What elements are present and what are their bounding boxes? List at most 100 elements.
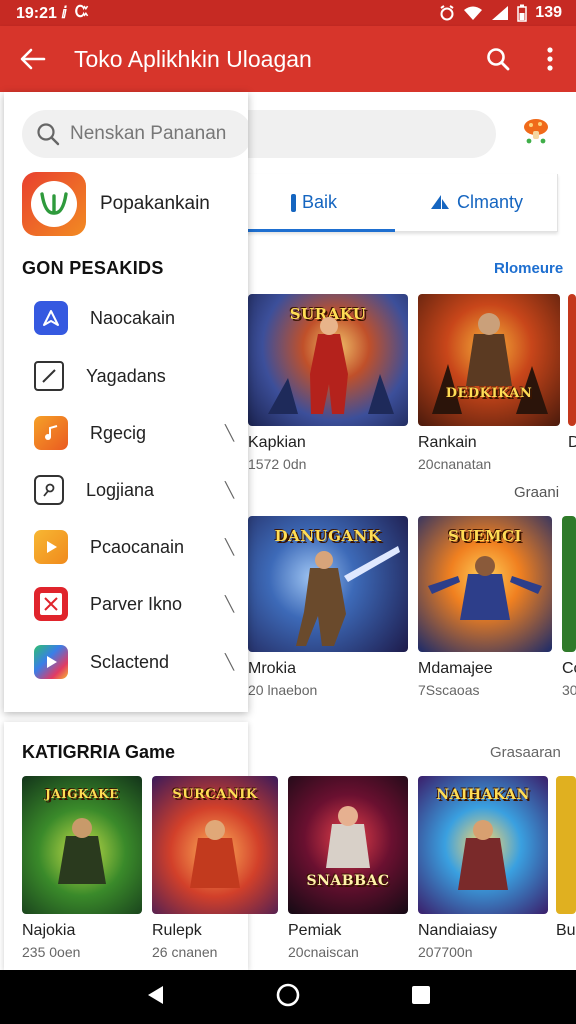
circle-home-icon	[276, 983, 300, 1006]
drawer-item-yagadans[interactable]: Yagadans	[34, 356, 234, 396]
signal-icon	[492, 6, 509, 20]
system-nav-bar	[0, 970, 576, 1024]
game-meta: 20 lnaebon	[248, 682, 318, 698]
alarm-icon	[440, 5, 454, 21]
game-meta: 207700n	[418, 944, 473, 960]
tab-clmanty[interactable]: Clmanty	[395, 174, 557, 231]
drawer-item-sclactend[interactable]: Sclactend ╲	[34, 642, 234, 682]
tab-label: Clmanty	[456, 192, 523, 212]
recents-nav-button[interactable]	[411, 985, 431, 1010]
game-card[interactable]: Cc 30	[562, 516, 576, 698]
game-name: Mrokia	[248, 660, 297, 677]
game-thumbnail: SURCANIK	[152, 776, 278, 914]
chevron-icon: ╲	[224, 482, 234, 499]
app-bar: Toko Aplikhkin Uloagan	[0, 26, 576, 92]
game-thumbnail	[556, 776, 576, 914]
music-note-icon	[34, 416, 68, 450]
drawer-item-label: Naocakain	[90, 307, 176, 328]
page-title: Toko Aplikhkin Uloagan	[74, 45, 312, 72]
drawer-item-label: Parver Ikno	[90, 593, 183, 614]
app-name: Popakankain	[100, 193, 210, 214]
game-thumbnail: SNABBAC	[288, 776, 408, 914]
game-meta: 30	[562, 682, 576, 698]
navigation-drawer: Nenskan Pananan Popakankain GON PESAKIDS…	[4, 92, 248, 712]
tab-label: Baik	[301, 192, 337, 212]
drawer-item-label: Sclactend	[90, 651, 170, 672]
mushroom-icon[interactable]	[520, 114, 552, 151]
game-name: D	[568, 434, 576, 451]
game-name: Mdamajee	[418, 660, 493, 677]
game-art-title: SNABBAC	[306, 872, 390, 889]
drawer-item-label: Yagadans	[86, 365, 166, 386]
drawer-item-pcaocanain[interactable]: Pcaocanain ╲	[34, 527, 234, 567]
game-thumbnail: JAIGKAKE	[22, 776, 142, 914]
game-card[interactable]: SURCANIK Rulepk 26 cnanen	[152, 776, 278, 960]
game-meta: 1572 0dn	[248, 456, 307, 472]
app-logo	[22, 172, 86, 236]
game-card[interactable]: DANUGANK Mrokia 20 lnaebon	[248, 516, 408, 698]
game-meta: 20cnaiscan	[288, 944, 359, 960]
drawer-heading: GON PESAKIDS	[22, 258, 164, 278]
battery-icon	[517, 4, 528, 22]
game-thumbnail: SUEMCI	[418, 516, 552, 652]
image-icon	[34, 587, 68, 621]
more-vertical-icon	[547, 47, 553, 71]
search-button[interactable]	[472, 26, 524, 92]
game-meta: 26 cnanen	[152, 944, 218, 960]
category-title: KATIGRRIA Game	[22, 742, 176, 762]
game-card[interactable]: SNABBAC Pemiak 20cnaiscan	[288, 776, 408, 960]
drawer-item-logjiana[interactable]: Logjiana ╲	[34, 470, 234, 510]
back-nav-button[interactable]	[145, 984, 165, 1011]
drawer-item-parver-ikno[interactable]: Parver Ikno ╲	[34, 584, 234, 624]
game-meta: 235 0oen	[22, 944, 81, 960]
game-thumbnail	[562, 516, 576, 652]
tab-bar: Baik Clmanty	[232, 174, 558, 232]
chevron-icon: ╲	[224, 539, 234, 556]
game-card[interactable]: SUEMCI Mdamajee 7Sscaoas	[418, 516, 552, 698]
home-nav-button[interactable]	[276, 983, 300, 1012]
play-icon	[34, 530, 68, 564]
tab-baik[interactable]: Baik	[233, 174, 395, 232]
edit-icon	[34, 361, 64, 391]
clock: 19:21 ⅈ	[16, 5, 67, 22]
game-card[interactable]: NAIHAKAN Nandiaiasy 207700n	[418, 776, 548, 960]
back-button[interactable]	[0, 26, 66, 92]
chevron-icon: ╲	[224, 596, 234, 613]
wifi-icon	[464, 6, 483, 20]
game-meta: 7Sscaoas	[418, 682, 480, 698]
game-card[interactable]: D	[568, 294, 576, 452]
search-icon	[487, 48, 510, 71]
game-name: Kapkian	[248, 434, 306, 451]
game-card[interactable]: Bu	[556, 776, 576, 940]
game-card[interactable]: JAIGKAKE Najokia 235 0oen	[22, 776, 142, 960]
square-recents-icon	[411, 985, 430, 1004]
battery-text: 139	[535, 4, 562, 21]
category-more-link[interactable]: Grasaaran	[490, 744, 561, 761]
game-art-title: DEDKIKAN	[445, 386, 533, 402]
key-icon	[34, 475, 64, 505]
search-icon	[37, 123, 60, 146]
game-meta: 20cnanatan	[418, 456, 492, 472]
game-card[interactable]: SURAKU Kapkian 1572 0dn	[248, 294, 408, 472]
bookmark-icon	[290, 193, 296, 212]
game-name: Bu	[556, 922, 576, 939]
drawer-app-header[interactable]: Popakankain	[22, 172, 210, 236]
notification-icon: Ꮸ	[74, 4, 89, 21]
game-thumbnail	[568, 294, 576, 426]
arrow-left-icon	[20, 48, 46, 70]
drawer-item-naocakain[interactable]: Naocakain	[34, 298, 234, 338]
see-more-link[interactable]: Rlomeure	[494, 260, 563, 277]
section-label: Graani	[514, 484, 560, 501]
more-options-button[interactable]	[524, 26, 576, 92]
navigation-arrow-icon	[34, 301, 68, 335]
game-name: Pemiak	[288, 922, 342, 939]
game-thumbnail: DANUGANK	[248, 516, 408, 652]
search-placeholder: Nenskan Pananan	[70, 123, 227, 144]
game-card[interactable]: DEDKIKAN Rankain 20cnanatan	[418, 294, 560, 472]
search-input[interactable]: Nenskan Pananan	[22, 110, 248, 158]
game-name: Nandiaiasy	[418, 922, 498, 939]
drawer-item-label: Pcaocanain	[90, 536, 185, 557]
drawer-item-rgecig[interactable]: Rgecig ╲	[34, 413, 234, 453]
chevron-icon: ╲	[224, 654, 234, 671]
game-name: Rulepk	[152, 922, 202, 939]
